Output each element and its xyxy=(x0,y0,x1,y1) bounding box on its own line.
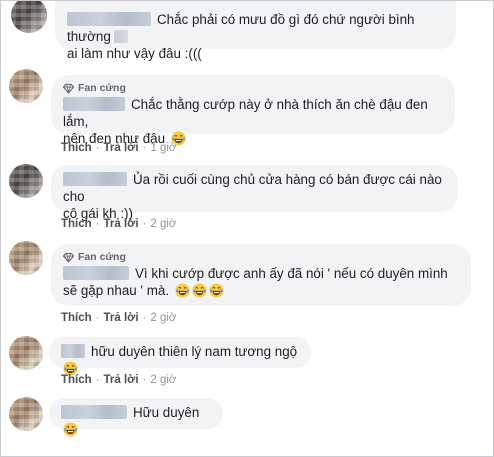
fan-badge-label: Fan cứng xyxy=(78,82,126,94)
comment-text-line2: ai làm như vậy đâu :((( xyxy=(67,46,202,61)
comment-thread: Chắc phải có mưu đồ gì đó chứ người bình… xyxy=(0,0,494,457)
commenter-avatar[interactable] xyxy=(9,164,43,198)
separator-dot: · xyxy=(95,218,100,230)
laughing-tears-emoji-icon xyxy=(175,283,190,298)
separator-dot: · xyxy=(142,142,147,154)
comment-actions: Thích · Trả lời · 2 giờ xyxy=(61,217,176,231)
comment-text-line1: Hữu duyên xyxy=(133,405,200,420)
separator-dot: · xyxy=(142,218,147,230)
fan-badge-label: Fan cứng xyxy=(78,251,126,263)
separator-dot: · xyxy=(142,312,147,324)
reply-link[interactable]: Trả lời xyxy=(104,373,139,387)
comment-actions: Thích · Trả lời · 1 giờ xyxy=(61,141,176,155)
comment-bubble: Ủa rồi cuối cùng chủ cửa hàng có bán đượ… xyxy=(51,165,458,221)
comment-bubble: Fan cứng Vì khi cướp được anh ấy đã nói … xyxy=(51,244,471,306)
comment-actions: Thích · Trả lời · 2 giờ xyxy=(61,373,176,387)
like-link[interactable]: Thích xyxy=(61,141,92,155)
reply-link[interactable]: Trả lời xyxy=(104,217,139,231)
commenter-avatar[interactable] xyxy=(11,1,47,33)
laughing-tears-emoji-icon xyxy=(192,283,207,298)
separator-dot: · xyxy=(95,374,100,386)
separator-dot: · xyxy=(95,142,100,154)
badge-row: Fan cứng xyxy=(63,250,459,264)
comment-text-line2: sẽ gặp nhau ' mà. xyxy=(63,283,170,298)
comment-timestamp[interactable]: 1 giờ xyxy=(150,141,176,155)
commenter-avatar[interactable] xyxy=(9,241,43,275)
blurred-text xyxy=(113,30,128,43)
comment-text-line1: hữu duyên thiên lý nam tương ngộ xyxy=(91,344,298,359)
laughing-tears-emoji-icon xyxy=(209,283,224,298)
comment-actions: Thích · Trả lời · 2 giờ xyxy=(61,311,176,325)
laughing-tears-emoji-icon xyxy=(63,422,78,437)
badge-row: Fan cứng xyxy=(63,81,443,95)
reply-link[interactable]: Trả lời xyxy=(104,311,139,325)
commenter-name[interactable] xyxy=(63,97,125,111)
commenter-name[interactable] xyxy=(63,172,127,186)
comment-bubble: Hữu duyên xyxy=(49,398,223,437)
commenter-name[interactable] xyxy=(63,266,129,280)
separator-dot: · xyxy=(142,374,147,386)
reply-link[interactable]: Trả lời xyxy=(104,141,139,155)
commenter-avatar[interactable] xyxy=(9,336,43,370)
comment-bubble: hữu duyên thiên lý nam tương ngộ xyxy=(49,337,311,376)
commenter-name[interactable] xyxy=(61,405,127,419)
comment-text: Chắc phải có mưu đồ gì đó chứ người bình… xyxy=(67,11,444,45)
comment-timestamp[interactable]: 2 giờ xyxy=(150,311,176,325)
diamond-icon xyxy=(63,252,74,262)
like-link[interactable]: Thích xyxy=(61,311,92,325)
comment-timestamp[interactable]: 2 giờ xyxy=(150,373,176,387)
commenter-name[interactable] xyxy=(61,344,85,358)
commenter-avatar[interactable] xyxy=(9,397,43,431)
comment-text-line1: Vì khi cướp được anh ấy đã nói ' nếu có … xyxy=(135,266,448,281)
commenter-name[interactable] xyxy=(67,12,151,26)
diamond-icon xyxy=(63,83,74,93)
like-link[interactable]: Thích xyxy=(61,373,92,387)
comment-bubble: Fan cứng Chắc thằng cướp này ở nhà thích… xyxy=(51,75,455,146)
separator-dot: · xyxy=(95,312,100,324)
like-link[interactable]: Thích xyxy=(61,217,92,231)
comment-timestamp[interactable]: 2 giờ xyxy=(150,217,176,231)
comment-bubble: Chắc phải có mưu đồ gì đó chứ người bình… xyxy=(55,1,456,61)
commenter-avatar[interactable] xyxy=(9,69,43,103)
